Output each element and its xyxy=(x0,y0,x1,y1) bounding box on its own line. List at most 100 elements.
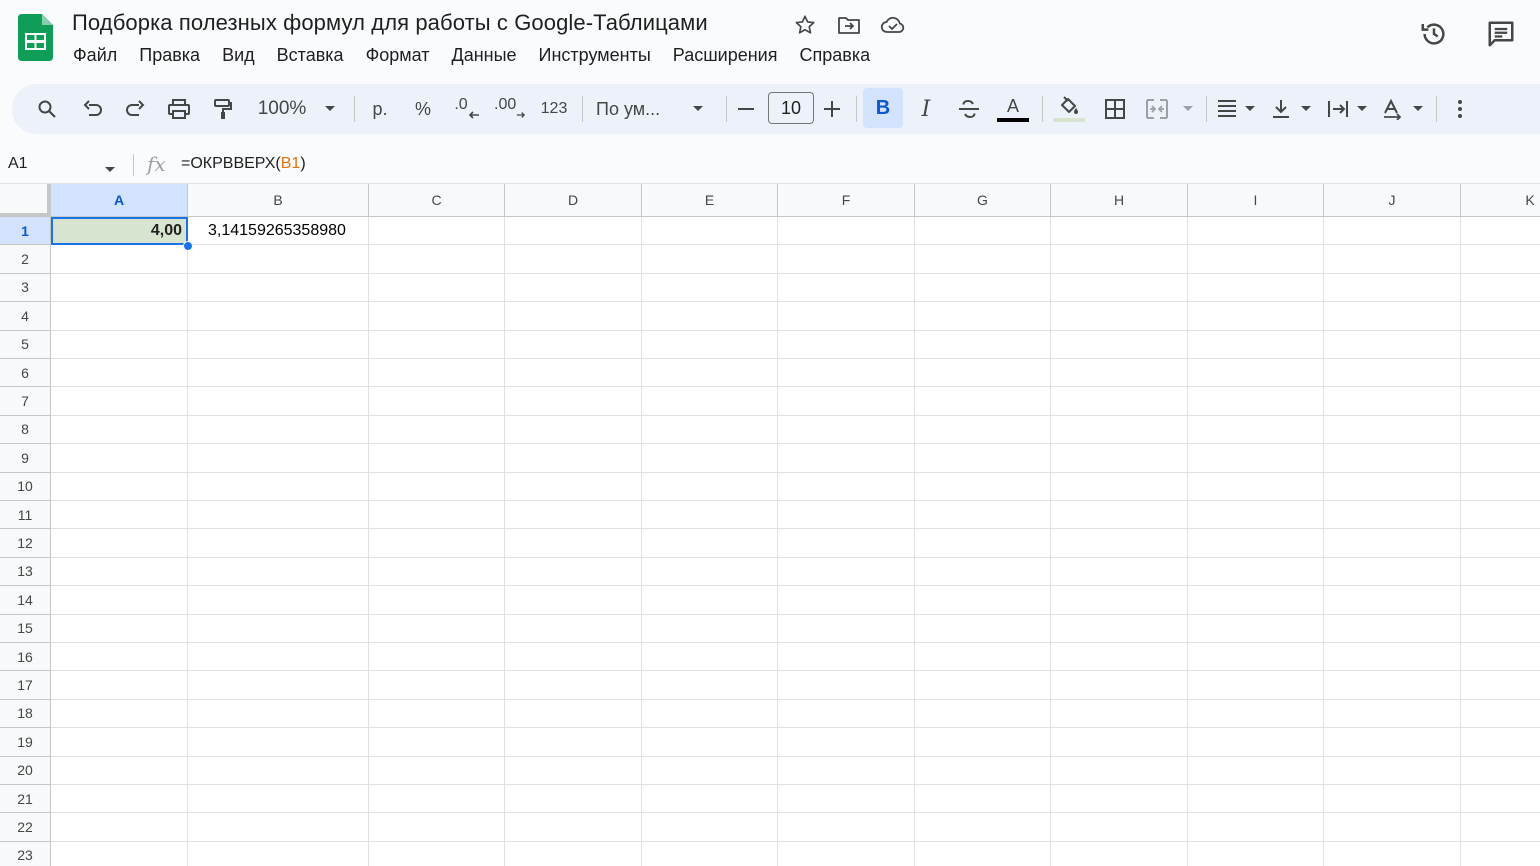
fill-color-icon[interactable] xyxy=(1052,92,1086,126)
row-header-2[interactable]: 2 xyxy=(0,245,51,274)
text-wrapping-dropdown-icon[interactable] xyxy=(1354,92,1370,126)
horizontal-align-icon[interactable] xyxy=(1214,92,1240,126)
move-folder-icon[interactable] xyxy=(834,10,864,40)
menu-edit[interactable]: Правка xyxy=(128,43,211,68)
grid-line xyxy=(51,698,1540,700)
column-header-b[interactable]: B xyxy=(188,184,369,217)
redo-icon[interactable] xyxy=(120,92,150,126)
column-header-k[interactable]: K xyxy=(1461,184,1540,217)
column-header-h[interactable]: H xyxy=(1051,184,1188,217)
row-header-23[interactable]: 23 xyxy=(0,841,51,866)
column-header-c[interactable]: C xyxy=(369,184,505,217)
menu-data[interactable]: Данные xyxy=(441,43,528,68)
menu-insert[interactable]: Вставка xyxy=(266,43,355,68)
menu-tools[interactable]: Инструменты xyxy=(528,43,662,68)
comments-icon[interactable] xyxy=(1483,16,1519,52)
row-header-16[interactable]: 16 xyxy=(0,643,51,672)
grid-line xyxy=(51,556,1540,558)
row-header-17[interactable]: 17 xyxy=(0,671,51,700)
text-wrapping-icon[interactable] xyxy=(1324,92,1350,126)
row-header-5[interactable]: 5 xyxy=(0,330,51,359)
merge-cells-icon[interactable] xyxy=(1142,92,1172,126)
text-rotation-dropdown-icon[interactable] xyxy=(1410,92,1426,126)
row-header-9[interactable]: 9 xyxy=(0,444,51,473)
text-color-button[interactable]: A xyxy=(996,92,1030,126)
decrease-decimal-label: .0 xyxy=(454,96,468,113)
fill-handle[interactable] xyxy=(183,241,193,251)
column-header-f[interactable]: F xyxy=(778,184,915,217)
undo-icon[interactable] xyxy=(78,92,108,126)
cell-a1[interactable]: 4,00 xyxy=(51,217,188,245)
vertical-align-dropdown-icon[interactable] xyxy=(1298,92,1314,126)
column-header-j[interactable]: J xyxy=(1324,184,1461,217)
version-history-icon[interactable] xyxy=(1416,16,1452,52)
row-header-13[interactable]: 13 xyxy=(0,557,51,587)
select-all-corner[interactable] xyxy=(0,184,51,217)
column-header-g[interactable]: G xyxy=(915,184,1051,217)
row-header-21[interactable]: 21 xyxy=(0,785,51,814)
column-header-a[interactable]: A xyxy=(51,184,188,217)
row-header-8[interactable]: 8 xyxy=(0,415,51,445)
percent-format-button[interactable]: % xyxy=(410,92,436,126)
increase-decimal-button[interactable]: .00 xyxy=(494,92,526,126)
arrow-left-icon xyxy=(468,111,479,119)
cell-b1[interactable]: 3,14159265358980 xyxy=(208,222,346,240)
row-header-22[interactable]: 22 xyxy=(0,813,51,842)
decrease-decimal-button[interactable]: .0 xyxy=(452,92,482,126)
row-header-1[interactable]: 1 xyxy=(0,217,51,246)
horizontal-align-dropdown-icon[interactable] xyxy=(1242,92,1258,126)
menu-view[interactable]: Вид xyxy=(211,43,266,68)
formula-input[interactable]: =ОКРВВЕРХ(B1) xyxy=(181,155,306,173)
row-header-19[interactable]: 19 xyxy=(0,728,51,757)
row-header-6[interactable]: 6 xyxy=(0,359,51,388)
row-header-10[interactable]: 10 xyxy=(0,472,51,501)
row-header-12[interactable]: 12 xyxy=(0,529,51,558)
more-options-icon[interactable] xyxy=(1448,92,1472,126)
search-menus-icon[interactable] xyxy=(32,92,62,126)
menu-format[interactable]: Формат xyxy=(355,43,441,68)
grid-line xyxy=(504,217,505,866)
spreadsheet-grid[interactable]: A B C D E F G H I J K 1 2 3 4 5 6 7 8 9 10 11 12 13 14 15 16 17 18 19… xyxy=(0,184,1540,866)
column-header-d[interactable]: D xyxy=(505,184,642,217)
column-header-i[interactable]: I xyxy=(1188,184,1324,217)
menu-extensions[interactable]: Расширения xyxy=(662,43,789,68)
more-formats-button[interactable]: 123 xyxy=(538,92,570,126)
increase-font-size-icon[interactable] xyxy=(820,92,844,126)
bold-button[interactable]: B xyxy=(863,88,903,128)
paint-format-icon[interactable] xyxy=(208,92,238,126)
borders-icon[interactable] xyxy=(1100,92,1130,126)
grid-line xyxy=(51,244,1540,246)
zoom-dropdown-icon[interactable] xyxy=(320,92,340,126)
menu-file[interactable]: Файл xyxy=(62,43,128,68)
row-header-4[interactable]: 4 xyxy=(0,302,51,331)
print-icon[interactable] xyxy=(164,92,194,126)
font-size-input[interactable]: 10 xyxy=(768,92,814,124)
row-header-18[interactable]: 18 xyxy=(0,699,51,729)
row-header-3[interactable]: 3 xyxy=(0,273,51,303)
document-title[interactable]: Подборка полезных формул для работы с Go… xyxy=(72,10,708,36)
star-icon[interactable] xyxy=(790,10,820,40)
sheets-logo-icon[interactable] xyxy=(18,14,53,61)
row-header-11[interactable]: 11 xyxy=(0,501,51,530)
decrease-font-size-icon[interactable] xyxy=(734,92,758,126)
italic-button[interactable]: I xyxy=(912,92,940,126)
row-header-15[interactable]: 15 xyxy=(0,614,51,643)
column-header-e[interactable]: E xyxy=(642,184,778,217)
grid-line xyxy=(51,301,1540,303)
row-header-14[interactable]: 14 xyxy=(0,586,51,615)
grid-line xyxy=(51,613,1540,615)
row-header-7[interactable]: 7 xyxy=(0,387,51,416)
strikethrough-icon[interactable] xyxy=(954,92,984,126)
currency-format-button[interactable]: р. xyxy=(366,92,394,126)
merge-dropdown-icon[interactable] xyxy=(1180,92,1196,126)
font-family-select[interactable]: По ум... xyxy=(596,92,676,126)
row-header-20[interactable]: 20 xyxy=(0,756,51,785)
cloud-saved-icon[interactable] xyxy=(878,10,908,40)
zoom-select[interactable]: 100% xyxy=(254,92,310,126)
vertical-align-icon[interactable] xyxy=(1268,92,1294,126)
menu-help[interactable]: Справка xyxy=(788,43,881,68)
name-box-dropdown-icon[interactable] xyxy=(104,161,116,179)
name-box[interactable]: A1 xyxy=(8,155,28,173)
text-rotation-icon[interactable] xyxy=(1380,92,1406,126)
font-family-dropdown-icon[interactable] xyxy=(690,92,706,126)
